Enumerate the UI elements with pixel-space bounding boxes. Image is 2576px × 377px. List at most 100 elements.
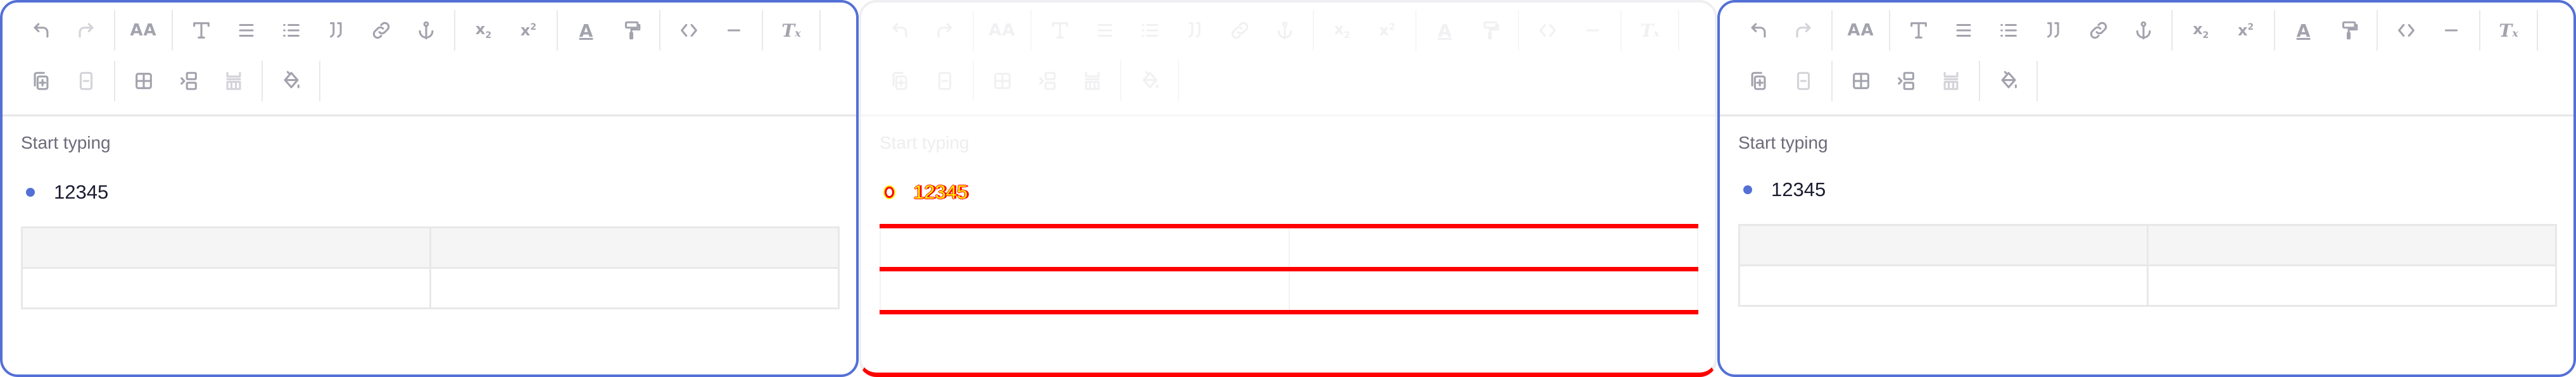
- toolbar-row: [1736, 61, 2043, 101]
- undo-button[interactable]: [877, 10, 922, 51]
- code-button[interactable]: [1525, 10, 1570, 51]
- heading-button[interactable]: [179, 10, 224, 51]
- add-row-icon: [30, 70, 52, 92]
- table-cell[interactable]: [1738, 264, 2149, 307]
- horizontal-rule-button[interactable]: [1570, 10, 1615, 51]
- format-painter-button[interactable]: [609, 10, 653, 51]
- superscript-icon: x2: [1379, 22, 1396, 39]
- toolbar-separator: [819, 10, 821, 51]
- table-cell[interactable]: [21, 226, 431, 269]
- bullet-list-button[interactable]: [1127, 10, 1172, 51]
- horizontal-rule-button[interactable]: [711, 10, 756, 51]
- superscript-button[interactable]: x2: [506, 10, 551, 51]
- text-color-button[interactable]: A: [1422, 10, 1467, 51]
- cell-background-button[interactable]: [268, 61, 313, 101]
- format-painter-button[interactable]: [1467, 10, 1512, 51]
- align-button[interactable]: [1941, 10, 1986, 51]
- merge-cells-button[interactable]: [166, 61, 211, 101]
- undo-button[interactable]: [18, 10, 63, 51]
- table-cell[interactable]: [1288, 224, 1698, 271]
- cell-background-button[interactable]: [1986, 61, 2031, 101]
- font-size-icon: AA: [1847, 21, 1874, 40]
- redo-button[interactable]: [922, 10, 967, 51]
- insert-table-button[interactable]: [980, 61, 1025, 101]
- blockquote-button[interactable]: [2031, 10, 2076, 51]
- table-cell[interactable]: [21, 267, 431, 309]
- table-cell[interactable]: [1738, 224, 2149, 266]
- anchor-button[interactable]: [1262, 10, 1307, 51]
- text-color-button[interactable]: A: [564, 10, 609, 51]
- editor-content[interactable]: Start typing 12345: [21, 116, 840, 374]
- editor-content[interactable]: Start typing 12345: [1738, 116, 2557, 374]
- blockquote-button[interactable]: [1172, 10, 1217, 51]
- subscript-button[interactable]: x2: [461, 10, 506, 51]
- table-cell[interactable]: [2147, 224, 2557, 266]
- subscript-button[interactable]: x2: [2178, 10, 2223, 51]
- font-size-icon: AA: [130, 21, 157, 40]
- split-cells-button[interactable]: [1070, 61, 1114, 101]
- editor-right[interactable]: AA x2 x2 A Tx Start typing 12345: [1717, 0, 2576, 377]
- list-item[interactable]: 12345: [1738, 178, 1826, 201]
- table-row: [880, 267, 1698, 314]
- merge-cells-button[interactable]: [1883, 61, 1928, 101]
- editor-left[interactable]: AA x2 x2 A Tx Start typing 12345: [0, 0, 859, 377]
- delete-row-button[interactable]: [63, 61, 108, 101]
- text-color-icon: A: [2296, 20, 2311, 41]
- font-size-button[interactable]: AA: [121, 10, 166, 51]
- list-item[interactable]: 12345: [880, 181, 968, 204]
- delete-row-button[interactable]: [1781, 61, 1826, 101]
- subscript-button[interactable]: x2: [1320, 10, 1365, 51]
- link-button[interactable]: [358, 10, 403, 51]
- link-button[interactable]: [2076, 10, 2121, 51]
- redo-button[interactable]: [1781, 10, 1826, 51]
- toolbar-separator: [659, 10, 660, 51]
- bullet-list-button[interactable]: [268, 10, 313, 51]
- clear-format-button[interactable]: Tx: [769, 10, 814, 51]
- editor-content[interactable]: Start typing 12345: [880, 116, 1698, 373]
- code-button[interactable]: [666, 10, 711, 51]
- table-cell[interactable]: [2147, 264, 2557, 307]
- blockquote-icon: [325, 20, 347, 41]
- anchor-button[interactable]: [2121, 10, 2166, 51]
- bullet-list-button[interactable]: [1986, 10, 2031, 51]
- blockquote-button[interactable]: [313, 10, 358, 51]
- delete-row-button[interactable]: [922, 61, 967, 101]
- insert-table-button[interactable]: [121, 61, 166, 101]
- add-row-button[interactable]: [18, 61, 63, 101]
- split-cells-button[interactable]: [211, 61, 256, 101]
- font-size-button[interactable]: AA: [980, 10, 1025, 51]
- heading-button[interactable]: [1037, 10, 1082, 51]
- redo-button[interactable]: [63, 10, 108, 51]
- code-button[interactable]: [2383, 10, 2428, 51]
- anchor-button[interactable]: [403, 10, 448, 51]
- table-cell[interactable]: [1288, 267, 1698, 314]
- table-cell[interactable]: [429, 226, 840, 269]
- insert-table-button[interactable]: [1838, 61, 1883, 101]
- clear-format-button[interactable]: Tx: [1627, 10, 1672, 51]
- add-row-button[interactable]: [877, 61, 922, 101]
- table-cell[interactable]: [880, 267, 1290, 314]
- align-button[interactable]: [1082, 10, 1127, 51]
- superscript-button[interactable]: x2: [2223, 10, 2268, 51]
- clear-format-icon: Tx: [781, 20, 801, 41]
- table-cell[interactable]: [429, 267, 840, 309]
- list-item[interactable]: 12345: [21, 181, 108, 204]
- align-button[interactable]: [224, 10, 268, 51]
- undo-button[interactable]: [1736, 10, 1781, 51]
- format-painter-button[interactable]: [2326, 10, 2371, 51]
- merge-cells-icon: [1037, 70, 1058, 92]
- merge-cells-button[interactable]: [1025, 61, 1070, 101]
- horizontal-rule-button[interactable]: [2428, 10, 2473, 51]
- toolbar-separator: [2479, 10, 2480, 51]
- superscript-button[interactable]: x2: [1365, 10, 1410, 51]
- cell-background-button[interactable]: [1127, 61, 1172, 101]
- split-cells-button[interactable]: [1928, 61, 1973, 101]
- add-row-button[interactable]: [1736, 61, 1781, 101]
- clear-format-button[interactable]: Tx: [2486, 10, 2531, 51]
- heading-button[interactable]: [1896, 10, 1941, 51]
- table-cell[interactable]: [880, 224, 1290, 271]
- text-color-button[interactable]: A: [2281, 10, 2326, 51]
- font-size-button[interactable]: AA: [1838, 10, 1883, 51]
- link-button[interactable]: [1217, 10, 1262, 51]
- toolbar-separator: [1120, 61, 1121, 101]
